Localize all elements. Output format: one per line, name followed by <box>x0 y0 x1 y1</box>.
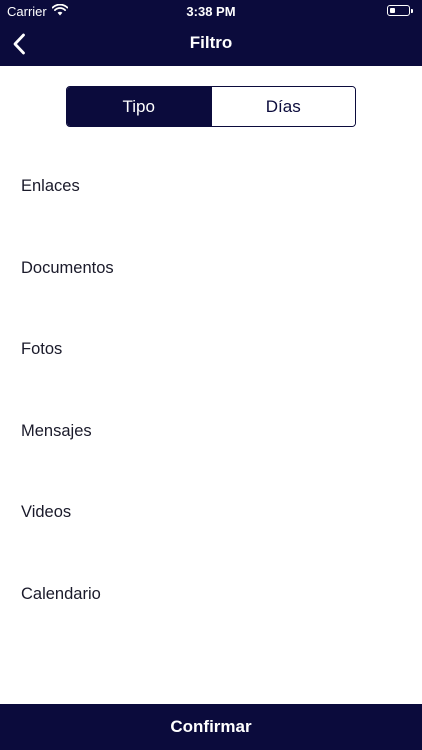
list-item-mensajes[interactable]: Mensajes <box>0 391 422 473</box>
battery-fill <box>390 8 396 13</box>
chevron-left-icon <box>13 33 25 55</box>
filter-type-list: Enlaces Documentos Fotos Mensajes Videos… <box>0 146 422 635</box>
segment-dias[interactable]: Días <box>210 87 355 126</box>
list-item-calendario[interactable]: Calendario <box>0 554 422 636</box>
list-item-fotos[interactable]: Fotos <box>0 309 422 391</box>
page-title: Filtro <box>189 33 233 52</box>
status-time: 3:38 PM <box>186 4 236 19</box>
back-button[interactable] <box>6 26 42 62</box>
top-bar: Carrier 3:38 PM Filtro <box>0 0 422 66</box>
list-item-enlaces[interactable]: Enlaces <box>0 146 422 228</box>
battery-icon <box>387 5 413 16</box>
list-item-documentos[interactable]: Documentos <box>0 228 422 310</box>
segment-tipo[interactable]: Tipo <box>67 87 211 126</box>
confirm-button[interactable]: Confirmar <box>0 704 422 750</box>
status-bar: Carrier 3:38 PM <box>0 0 422 22</box>
filter-segmented-control: Tipo Días <box>66 86 356 127</box>
navigation-bar: Filtro <box>0 22 422 66</box>
list-item-videos[interactable]: Videos <box>0 472 422 554</box>
